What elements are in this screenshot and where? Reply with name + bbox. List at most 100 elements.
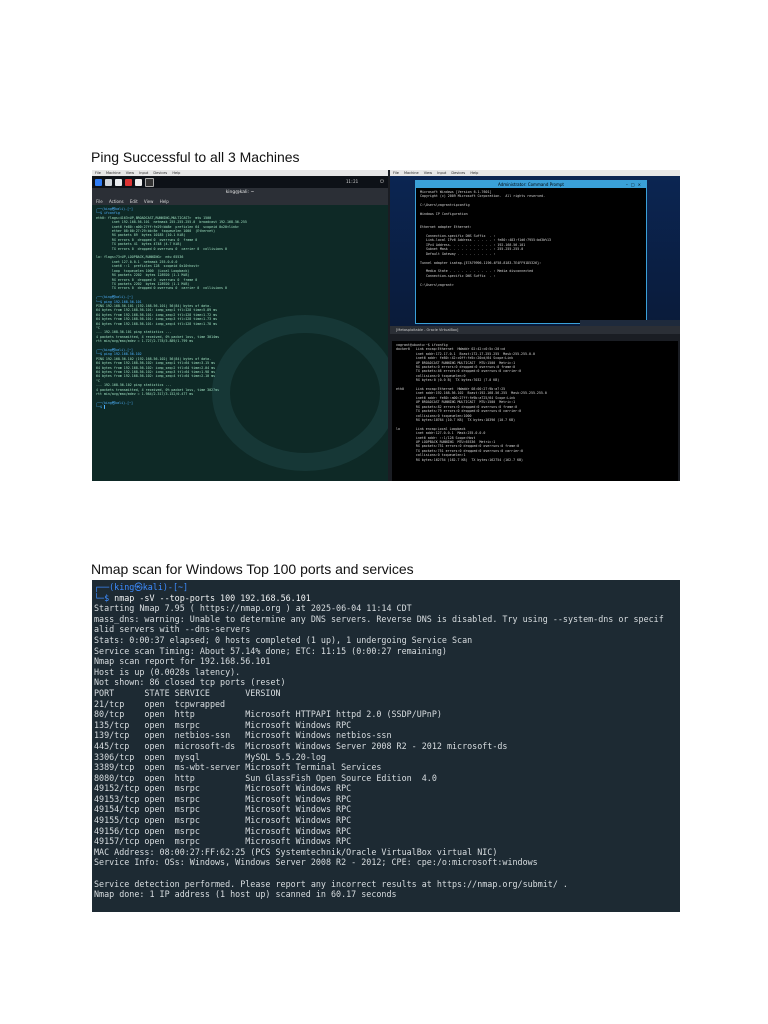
nmap-output-line: Service Info: OSs: Windows, Windows Serv… [94,857,538,868]
terminal-line: 4 packets transmitted, 4 received, 0% pa… [96,334,220,339]
terminal-line: ether 08:00:27:29:bb:8e txqueuelen 1000 … [96,229,216,234]
terminal-line: RX errors 0 dropped 0 overruns 0 frame 0 [96,277,198,282]
windows-desktop: Administrator: Command Prompt –□× Micros… [390,176,680,326]
terminal-line: PING 192.168.56.101 (192.168.56.101) 56(… [96,303,212,308]
terminal-line: RX bytes:0 (0.0 B) TX bytes:7032 (7.0 KB… [396,378,500,383]
terminal-line: ^C [96,325,100,330]
prompt-prefix: └─$ [94,592,115,603]
vm-menu-item[interactable]: Input [437,171,446,175]
terminal-menu-item[interactable]: Edit [130,199,138,204]
terminal-line: 64 bytes from 192.168.56.102: icmp_seq=1… [96,361,216,366]
terminal-line: UP BROADCAST RUNNING MULTICAST MTU:1500 … [396,400,516,405]
terminal-line: rtt min/avg/max/mdev = 1.984/2.317/3.152… [96,392,194,397]
terminal-line: 64 bytes from 192.168.56.101: icmp_seq=4… [96,321,218,326]
vm-menu-item[interactable]: Input [139,171,148,175]
terminal-line: Ethernet adapter Ethernet: [420,225,472,230]
vm-menu-item[interactable]: View [424,171,432,175]
terminal-line: docker0 Link encap:Ethernet HWaddr 02:42… [396,347,506,352]
terminal-line: lo Link encap:Local Loopback [396,426,466,431]
vm-menu-item[interactable]: Help [470,171,478,175]
nmap-output-line: Not shown: 86 closed tcp ports (reset) [94,677,286,688]
terminal-line: vagrant@ubuntu:~$ ifconfig [396,343,448,347]
kali-terminal-output[interactable]: ┌──(king㉿kali)-[~] └─$ ifconfig eth0: fl… [92,205,388,481]
nmap-output-line: alid servers with --dns-servers [94,624,251,635]
nmap-output-line: 3306/tcp open mysql MySQL 5.5.20-log [94,751,326,762]
terminal-line: 64 bytes from 192.168.56.101: icmp_seq=3… [96,317,218,322]
terminal-line: Connection-specific DNS Suffix . : [420,273,496,278]
nmap-screenshot: ┌──(king㉿kali)-[~] └─$ nmap -sV --top-po… [92,580,680,912]
command-prompt-title: Administrator: Command Prompt [498,182,564,187]
nmap-section-heading: Nmap scan for Windows Top 100 ports and … [91,561,414,577]
command-prompt-titlebar: Administrator: Command Prompt –□× [416,181,646,188]
terminal-line: UP BROADCAST RUNNING MULTICAST MTU:1500 … [396,360,516,365]
vm-menu-item[interactable]: View [126,171,134,175]
terminal-menu-item[interactable]: Help [160,199,169,204]
windows-vm-window: File Machine View Input Devices Help Adm… [390,170,680,326]
terminal-line: RX packets:82 errors:0 dropped:0 overrun… [396,404,518,409]
nmap-output-line: 49155/tcp open msrpc Microsoft Windows R… [94,815,352,826]
terminal-line: 64 bytes from 192.168.56.102: icmp_seq=3… [96,370,216,375]
vm-menu-item[interactable]: Devices [451,171,465,175]
terminal-line: Subnet Mask . . . . . . . . . . . : 255.… [420,247,524,252]
nmap-output-line: Nmap done: 1 IP address (1 host up) scan… [94,889,397,900]
vm-menu-item[interactable]: File [393,171,399,175]
terminal-menu-item[interactable]: File [96,199,103,204]
terminal-line: └─$ ifconfig [96,211,120,216]
nmap-output-line: Nmap scan report for 192.168.56.101 [94,656,271,667]
window-controls[interactable]: –□× [626,181,644,188]
panel-clock: 11:21 [345,179,358,184]
terminal-line: PING 192.168.56.102 (192.168.56.102) 56(… [96,356,212,361]
vm-menu-item[interactable]: Machine [106,171,121,175]
terminal-line: RX packets:0 errors:0 dropped:0 overruns… [396,365,516,370]
nmap-output-line: 3389/tcp open ms-wbt-server Microsoft Te… [94,762,382,773]
terminal-menu-item[interactable]: Actions [109,199,124,204]
vm-menu-item[interactable]: Devices [153,171,167,175]
kali-dragon-watermark [212,315,388,471]
terminal-app-icon[interactable] [135,178,142,186]
linux-terminal-output[interactable]: vagrant@ubuntu:~$ ifconfig docker0 Link … [392,341,678,481]
folder-icon[interactable] [115,178,122,186]
terminal-line: 64 bytes from 192.168.56.101: icmp_seq=2… [96,312,218,317]
terminal-line: Link-local IPv6 Address . . . . . : fe80… [420,238,552,243]
terminal-line: ^C [96,378,100,383]
terminal-line: └─$ ▌ [96,405,106,410]
power-icon[interactable]: ⏻ [380,179,384,185]
nmap-output-line: 135/tcp open msrpc Microsoft Windows RPC [94,719,352,730]
terminal-line: TX packets 2202 bytes 128920 (1.1 MiB) [96,281,190,286]
terminal-line: --- 192.168.56.101 ping statistics --- [96,330,172,335]
nmap-output-line: 80/tcp open http Microsoft HTTPAPI httpd… [94,709,442,720]
terminal-menu-item[interactable]: View [144,199,154,204]
terminal-line: RX bytes:10764 (10.7 KB) TX bytes:10396 … [396,417,516,422]
vm-menu-item[interactable]: File [95,171,101,175]
nmap-output-line: Host is up (0.0028s latency). [94,666,241,677]
terminal-line: inet6 addr: ::1/128 Scope:Host [396,435,476,440]
terminal-line: TX packets:79 errors:0 dropped:0 overrun… [396,409,522,414]
kali-vm-window: File Machine View Input Devices Help 11:… [92,170,388,481]
terminal-line: inet addr:192.168.56.102 Bcast:192.168.5… [396,391,547,396]
terminal-line: TX packets:46 errors:0 dropped:0 overrun… [396,369,522,374]
command-prompt-text: Microsoft Windows [Version 6.1.7601] Cop… [416,188,646,289]
terminal-line: ┌──(king㉿kali)-[~] [96,295,134,300]
terminal-line: Microsoft Windows [Version 6.1.7601] [420,190,492,194]
terminal-line: Tunnel adapter isatap.{E7A79996-1196-4F5… [420,260,542,265]
files-icon[interactable] [105,178,112,186]
terminal-line: 4 packets transmitted, 4 received, 0% pa… [96,387,220,392]
terminal-line: 64 bytes from 192.168.56.102: icmp_seq=4… [96,374,216,379]
terminal-line: collisions:0 txqueuelen:0 [396,373,466,378]
nmap-output-line: 49152/tcp open msrpc Microsoft Windows R… [94,783,352,794]
terminal-line: 64 bytes from 192.168.56.101: icmp_seq=1… [96,308,218,313]
terminal-line: Default Gateway . . . . . . . . . : [420,251,496,256]
terminal-line: RX packets 89 bytes 10185 (10.1 KiB) [96,233,186,238]
terminal-line: RX packets 2202 bytes 128920 (1.1 MiB) [96,273,190,278]
nmap-output-line: 21/tcp open tcpwrapped [94,698,226,709]
kali-menu-icon[interactable] [95,178,102,186]
vm-menu-item[interactable]: Machine [404,171,419,175]
browser-icon[interactable] [125,178,132,186]
command-prompt-window[interactable]: Administrator: Command Prompt –□× Micros… [415,180,647,324]
terminal-line: TX packets:751 errors:0 dropped:0 overru… [396,448,524,453]
workspace-icon[interactable] [145,177,154,187]
nmap-output-line: 8080/tcp open http Sun GlassFish Open So… [94,772,437,783]
terminal-line: └─$ ping 192.168.56.102 [96,352,142,357]
vm-menu-item[interactable]: Help [172,171,180,175]
terminal-line: inet6 addr: fe80::42:c0ff:fe5c:20cd/64 S… [396,356,514,361]
